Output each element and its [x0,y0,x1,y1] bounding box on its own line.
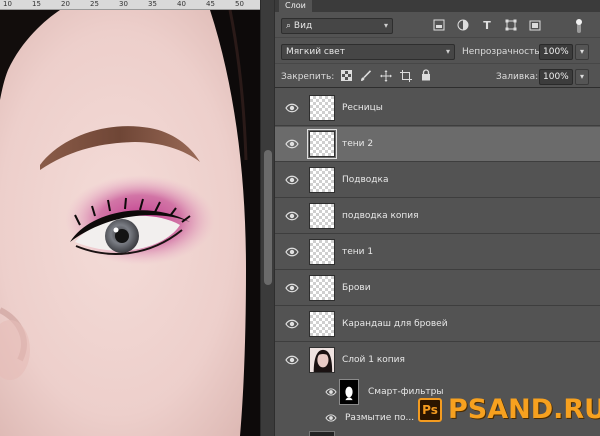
lock-options-bar: Закрепить: Заливка: 100% ▾ [275,66,600,88]
eye-icon[interactable] [325,413,337,423]
fill-dropdown-button[interactable]: ▾ [575,69,589,85]
shape-layer-filter-icon[interactable] [504,19,518,33]
scrollbar-thumb[interactable] [264,150,272,285]
layer-thumbnail [309,347,335,373]
ruler-label: 35 [148,0,157,8]
lock-artboard-icon[interactable] [399,70,413,84]
portrait-photo [0,10,260,436]
ruler-label: 30 [119,0,128,8]
filter-effect-label: Размытие по... [345,413,415,423]
layer-thumbnail [309,203,335,229]
smart-object-filter-icon[interactable] [528,19,542,33]
tab-layers[interactable]: Слои [279,0,312,12]
eye-icon[interactable] [285,318,299,330]
eye-icon[interactable] [285,138,299,150]
ruler-label: 45 [206,0,215,8]
layer-row[interactable]: Слой 1 копия [275,343,600,378]
type-layer-filter-icon[interactable]: T [480,19,494,33]
lock-position-icon[interactable] [379,70,393,84]
layer-name: Слой 1 копия [342,355,405,365]
layer-thumbnail [309,431,335,436]
layer-thumbnail [309,239,335,265]
eye-icon[interactable] [285,210,299,222]
site-watermark: Ps PSAND.RU [410,392,600,432]
layer-name: Карандаш для бровей [342,319,448,329]
layer-thumbnail [309,167,335,193]
blend-mode-select[interactable]: Мягкий свет ▾ [281,44,455,60]
chevron-down-icon: ▾ [445,47,450,56]
filter-kind-label: Вид [293,21,313,31]
layer-name: подводка копия [342,211,419,221]
eye-icon[interactable] [285,246,299,258]
lock-image-pixels-icon[interactable] [359,70,373,84]
lock-label: Закрепить: [281,72,335,82]
lock-all-icon[interactable] [419,69,433,83]
layer-row[interactable]: тени 2 [275,127,600,162]
eye-icon[interactable] [285,102,299,114]
adjustment-layer-filter-icon[interactable] [456,19,470,33]
filter-kind-select[interactable]: ⌕ Вид ▾ [281,18,393,34]
opacity-label: Непрозрачность: [462,47,543,57]
panel-tab-bar: Слои [275,0,600,12]
layer-name: тени 1 [342,247,374,257]
blend-mode-value: Мягкий свет [286,47,345,57]
layer-name: тени 2 [342,139,374,149]
ruler-label: 15 [32,0,41,8]
layer-row[interactable]: Ресницы [275,91,600,126]
blend-options-bar: Мягкий свет ▾ Непрозрачность: 100% ▾ [275,40,600,64]
layer-row[interactable]: подводка копия [275,199,600,234]
eye-icon[interactable] [325,387,337,397]
ruler-label: 10 [3,0,12,8]
layers-panel: Слои ⌕ Вид ▾ T Мягкий свет ▾ Непрозрачно… [274,0,600,436]
pixel-layer-filter-icon[interactable] [432,19,446,33]
smart-filter-mask-thumbnail [339,379,359,405]
layer-row[interactable]: тени 1 [275,235,600,270]
layer-row[interactable]: Брови [275,271,600,306]
layer-name: Брови [342,283,371,293]
eye-icon[interactable] [285,354,299,366]
layer-thumbnail [309,311,335,337]
eye-icon[interactable] [285,282,299,294]
watermark-logo: Ps [418,398,442,422]
layer-row[interactable]: Карандаш для бровей [275,307,600,342]
ruler-label: 50 [235,0,244,8]
search-icon: ⌕ [286,21,292,31]
ruler-label: 40 [177,0,186,8]
layer-filter-bar: ⌕ Вид ▾ T [275,14,600,38]
lock-transparent-pixels-icon[interactable] [339,70,353,84]
fill-input[interactable]: 100% [539,69,573,85]
layer-name: Подводка [342,175,389,185]
layer-thumbnail [307,129,337,159]
chevron-down-icon: ▾ [383,21,388,30]
ruler-label: 20 [61,0,70,8]
document-canvas[interactable]: 10 15 20 25 30 35 40 45 50 [0,0,260,436]
eye-icon[interactable] [285,174,299,186]
layer-name: Ресницы [342,103,383,113]
fill-label: Заливка: [496,72,539,82]
canvas-vertical-scrollbar[interactable] [260,0,274,436]
layer-thumbnail [309,95,335,121]
horizontal-ruler: 10 15 20 25 30 35 40 45 50 [0,0,260,10]
ruler-label: 25 [90,0,99,8]
watermark-text: PSAND.RU [448,394,600,425]
layer-row[interactable]: Подводка [275,163,600,198]
layer-list: Ресницы тени 2 Подводка подводка копия т… [275,89,600,436]
layer-thumbnail [309,275,335,301]
opacity-dropdown-button[interactable]: ▾ [575,44,589,60]
opacity-input[interactable]: 100% [539,44,573,60]
filter-toggle-icon[interactable] [572,18,586,33]
